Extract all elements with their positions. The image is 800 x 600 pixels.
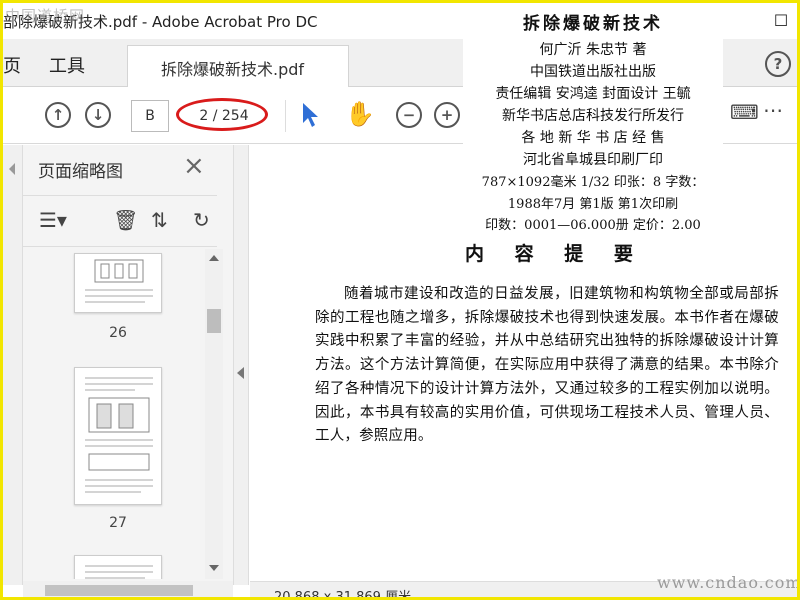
panel-close-icon[interactable]: × bbox=[183, 151, 205, 181]
zoom-out-icon[interactable]: − bbox=[396, 102, 422, 128]
scroll-up-icon[interactable] bbox=[209, 255, 219, 261]
thumbnail-page-28[interactable] bbox=[74, 555, 162, 579]
book-publisher: 中国铁道出版社出版 bbox=[530, 64, 656, 80]
panel-toolbar: ☰▾ 🗑 ⇅ ↻ bbox=[23, 195, 217, 247]
left-nav-strip[interactable] bbox=[3, 145, 23, 585]
thumbnail-options-icon[interactable]: ☰▾ bbox=[39, 208, 67, 232]
thumbnail-horizontal-scrollbar[interactable] bbox=[23, 581, 233, 597]
copyright-overlay: 拆除爆破新技术 何广沂 朱忠节 著 中国铁道出版社出版 责任编辑 安鸿逵 封面设… bbox=[463, 3, 723, 233]
thumbnail-page-27[interactable] bbox=[74, 367, 162, 505]
page-size-readout: 20.868 x 31.869 厘米 bbox=[274, 590, 412, 600]
book-print-run: 印数：0001—06.000册 定价：2.00 bbox=[485, 218, 701, 233]
toolbar-separator bbox=[285, 100, 286, 132]
zoom-in-icon[interactable]: + bbox=[434, 102, 460, 128]
thumbnail-scrollbar[interactable] bbox=[205, 249, 223, 579]
panel-divider[interactable] bbox=[233, 145, 249, 585]
book-title: 拆除爆破新技术 bbox=[523, 14, 663, 34]
book-authors: 何广沂 朱忠节 著 bbox=[539, 42, 647, 58]
thumbnail-list: 26 27 bbox=[23, 249, 201, 579]
book-distributor: 新华书店总店科技发行所发行 bbox=[502, 108, 684, 124]
hand-tool-icon[interactable]: ✋ bbox=[345, 100, 375, 128]
collapse-panel-icon[interactable] bbox=[237, 367, 244, 379]
page-number-input[interactable]: B bbox=[131, 100, 169, 132]
thumbnail-label-27: 27 bbox=[109, 515, 127, 531]
restore-icon[interactable]: ☐ bbox=[769, 9, 793, 33]
book-printer: 河北省阜城县印刷厂印 bbox=[523, 152, 663, 168]
insert-page-icon[interactable]: ⇅ bbox=[151, 208, 168, 232]
next-page-button[interactable]: ↓ bbox=[85, 102, 111, 128]
rotate-page-icon[interactable]: ↻ bbox=[193, 208, 210, 232]
menu-home[interactable]: 页 bbox=[3, 52, 21, 78]
summary-text: 随着城市建设和改造的日益发展，旧建筑物和构筑物全部或局部拆除的工程也随之增多，拆… bbox=[315, 286, 779, 445]
menu-tools[interactable]: 工具 bbox=[49, 52, 85, 78]
page-count-highlight bbox=[176, 98, 268, 131]
delete-page-icon[interactable]: 🗑 bbox=[113, 208, 138, 232]
watermark-top: 中国道桥网 bbox=[5, 7, 86, 25]
summary-heading: 内 容 提 要 bbox=[465, 243, 645, 265]
book-edition: 1988年7月 第1版 第1次印刷 bbox=[507, 197, 679, 212]
thumbnail-label-26: 26 bbox=[109, 325, 127, 341]
document-tab-label: 拆除爆破新技术.pdf bbox=[161, 60, 305, 79]
panel-title: 页面缩略图 bbox=[38, 162, 123, 182]
keyboard-icon[interactable]: ⌨ bbox=[730, 100, 759, 124]
previous-page-button[interactable]: ↑ bbox=[45, 102, 71, 128]
help-icon[interactable]: ? bbox=[765, 51, 791, 77]
horizontal-scroll-thumb[interactable] bbox=[45, 585, 193, 596]
thumbnail-page-26[interactable] bbox=[74, 253, 162, 313]
window-frame: 部除爆破新技术.pdf - Adobe Acrobat Pro DC ☐ 页 工… bbox=[0, 0, 800, 600]
book-editors: 责任编辑 安鸿逵 封面设计 王毓 bbox=[495, 86, 691, 102]
scroll-thumb[interactable] bbox=[207, 309, 221, 333]
page-thumbnails-panel: 页面缩略图 × ☰▾ 🗑 ⇅ ↻ 26 27 bbox=[23, 145, 233, 585]
select-cursor-icon[interactable] bbox=[301, 102, 319, 132]
book-sellers: 各 地 新 华 书 店 经 售 bbox=[521, 130, 665, 146]
document-tab[interactable]: 拆除爆破新技术.pdf bbox=[127, 45, 349, 87]
watermark-bottom: www.cndao.com bbox=[657, 573, 800, 592]
collapse-arrow-icon[interactable] bbox=[9, 163, 15, 175]
scroll-down-icon[interactable] bbox=[209, 565, 219, 571]
book-format: 787×1092毫米 1/32 印张：8 字数： bbox=[481, 175, 705, 190]
more-icon[interactable]: ⋯ bbox=[763, 98, 783, 122]
